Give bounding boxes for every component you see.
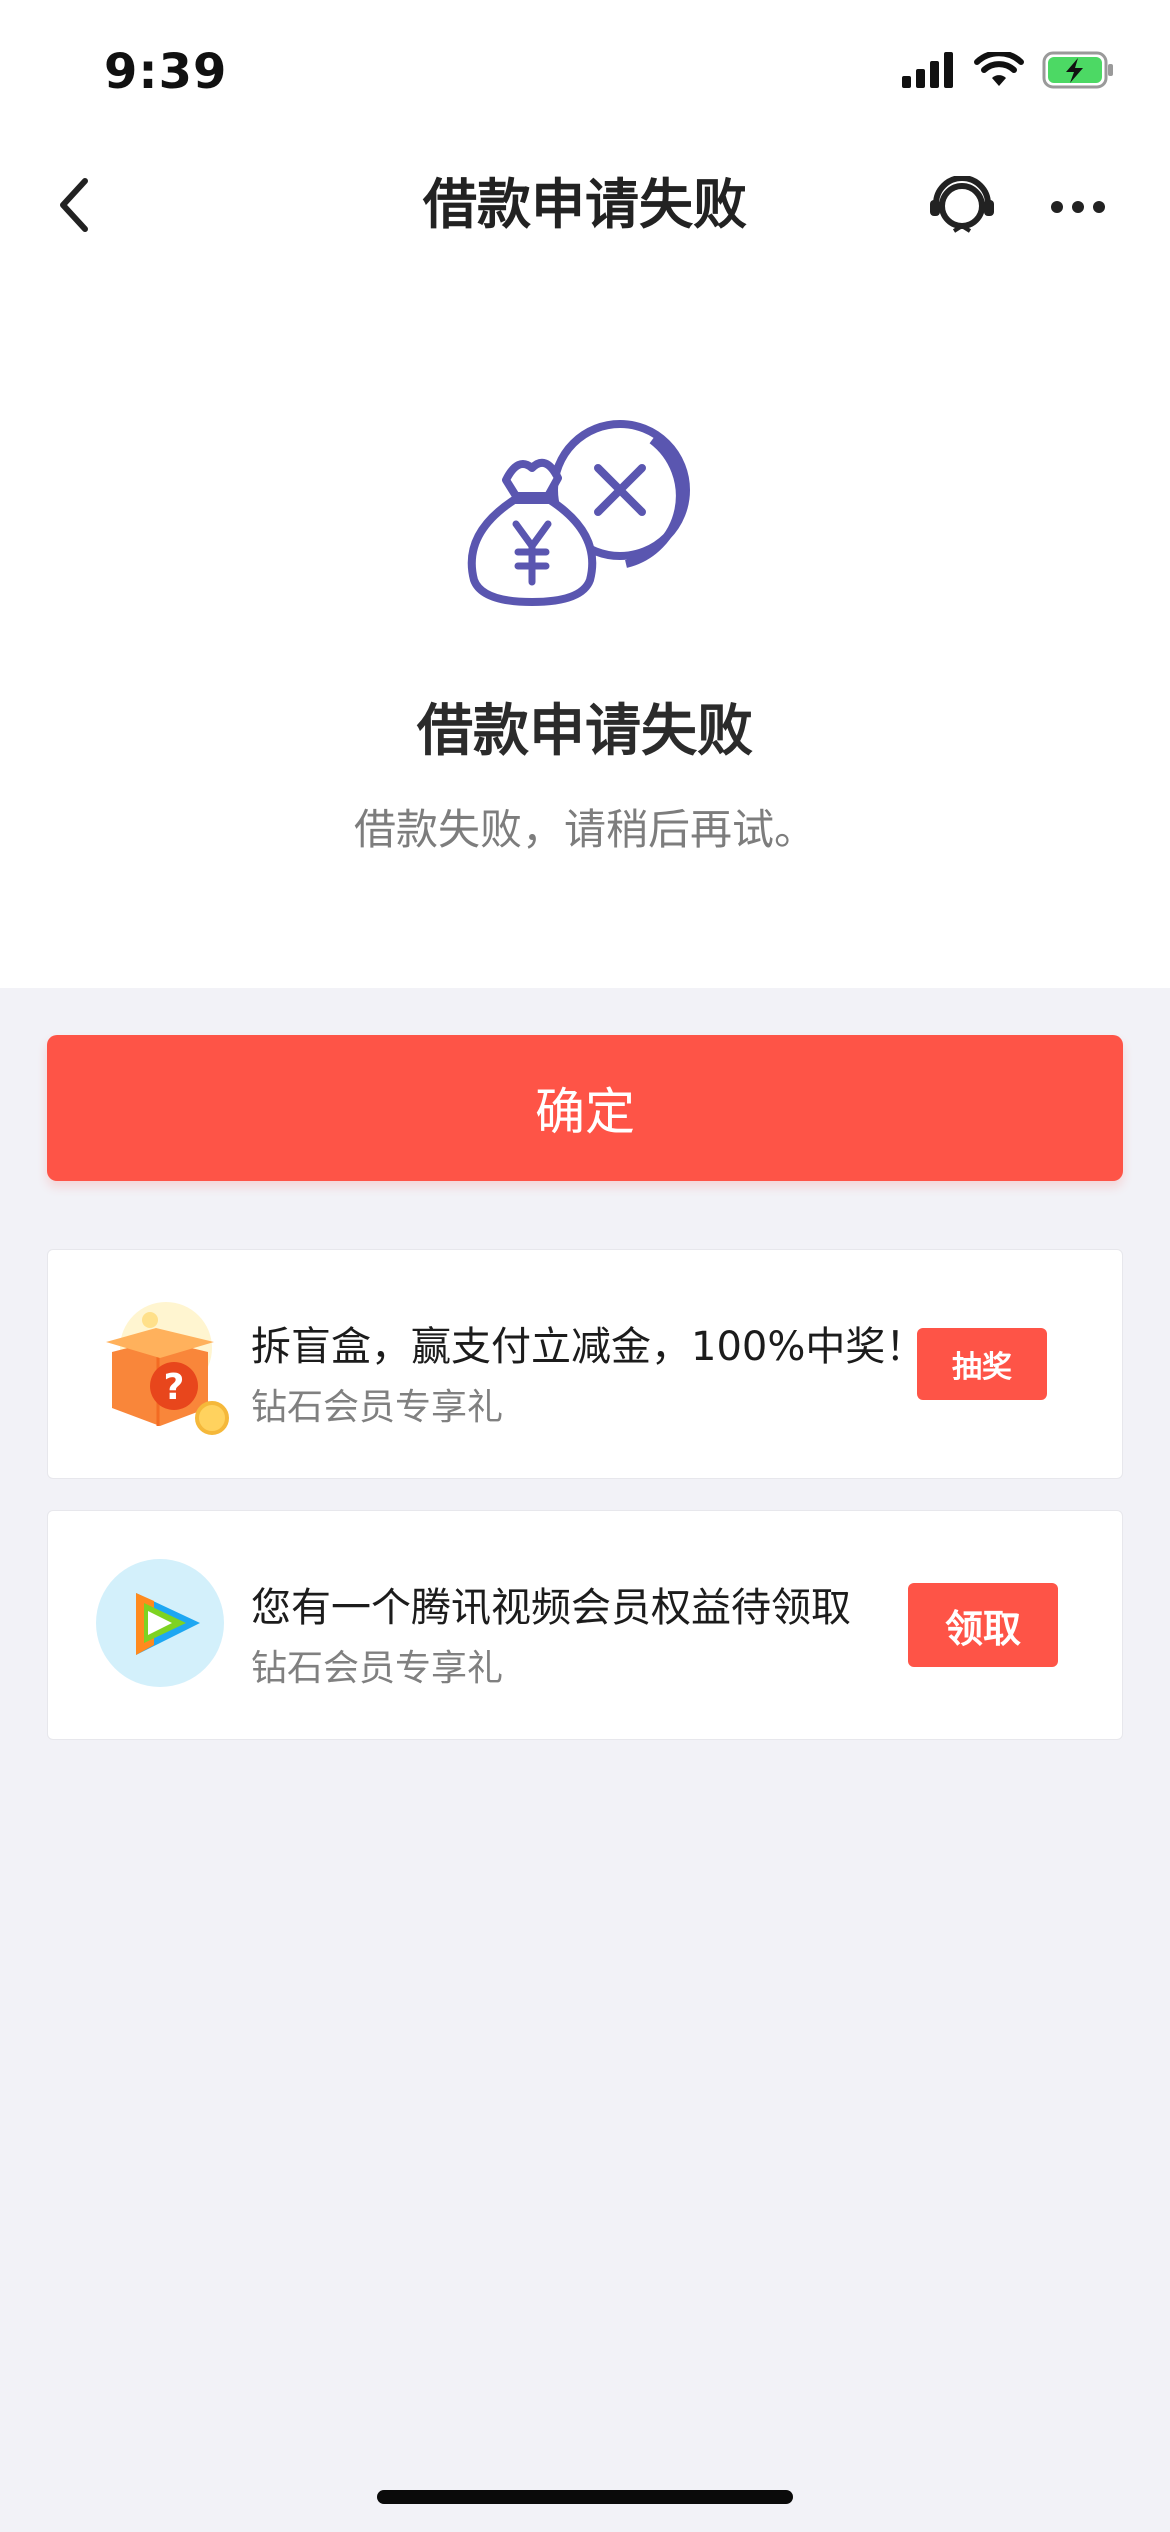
customer-service-icon [930, 175, 994, 233]
promo-card-tencent-video[interactable]: 您有一个腾讯视频会员权益待领取 钻石会员专享礼 领取 [47, 1510, 1123, 1740]
result-title: 借款申请失败 [417, 699, 753, 764]
status-icons [902, 50, 1116, 90]
signal-icon [902, 52, 953, 88]
promo-subtitle: 钻石会员专享礼 [251, 1648, 504, 1689]
chevron-left-icon [60, 178, 88, 232]
promo-subtitle: 钻石会员专享礼 [251, 1387, 504, 1428]
status-time: 9:39 [104, 44, 228, 100]
battery-charging-icon [1042, 51, 1113, 89]
home-indicator[interactable] [377, 2490, 793, 2504]
promo-title: 您有一个腾讯视频会员权益待领取 [251, 1585, 851, 1631]
result-subtitle: 借款失败，请稍后再试。 [353, 805, 816, 854]
svg-text:?: ? [164, 1367, 185, 1408]
claim-button[interactable]: 领取 [908, 1583, 1058, 1667]
tencent-video-icon [96, 1559, 246, 1709]
draw-button[interactable]: 抽奖 [917, 1328, 1047, 1400]
promo-title: 拆盲盒，赢支付立减金，100%中奖！ [251, 1324, 926, 1370]
more-button[interactable] [1046, 176, 1110, 238]
confirm-button[interactable]: 确定 [47, 1035, 1123, 1181]
customer-service-button[interactable] [926, 175, 998, 238]
blind-box-icon: ? [96, 1298, 246, 1448]
promo-card-blind-box[interactable]: ? 拆盲盒，赢支付立减金，100%中奖！ 钻石会员专享礼 抽奖 [47, 1249, 1123, 1479]
more-icon [1051, 201, 1105, 213]
back-button[interactable] [40, 170, 110, 240]
wifi-icon [974, 52, 1024, 86]
money-bag-failed-icon [462, 404, 712, 614]
